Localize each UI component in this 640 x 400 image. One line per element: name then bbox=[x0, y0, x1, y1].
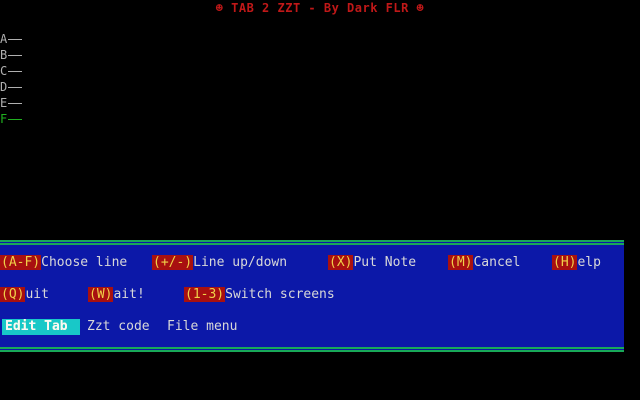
tab-line-rule bbox=[8, 103, 23, 104]
tab2zzt-screen: ☻ TAB 2 ZZT - By Dark FLR ☻ A B C D E F … bbox=[0, 0, 640, 400]
tab-line-rule bbox=[8, 119, 23, 120]
wait-command[interactable]: (W)ait! bbox=[88, 287, 145, 303]
cancel-command[interactable]: (M)Cancel bbox=[448, 255, 520, 271]
tab-line-letter: D bbox=[0, 80, 8, 94]
tab-line-letter: C bbox=[0, 64, 8, 78]
command-label: Switch screens bbox=[225, 287, 335, 302]
help-command[interactable]: (H)elp bbox=[552, 255, 601, 271]
tab-staff: A B C D E F bbox=[0, 31, 23, 127]
command-label: elp bbox=[577, 255, 601, 270]
menu-file-menu[interactable]: File menu bbox=[164, 319, 240, 335]
tab-line-letter: F bbox=[0, 112, 8, 126]
quit-command[interactable]: (Q)uit bbox=[0, 287, 49, 303]
command-label: Cancel bbox=[473, 255, 521, 270]
tab-line-c[interactable]: C bbox=[0, 63, 23, 79]
command-key: (Q) bbox=[0, 287, 26, 302]
tab-line-rule bbox=[8, 87, 23, 88]
tab-line-a[interactable]: A bbox=[0, 31, 23, 47]
command-key: (+/-) bbox=[152, 255, 194, 270]
app-title: ☻ TAB 2 ZZT - By Dark FLR ☻ bbox=[215, 1, 425, 15]
tab-line-rule bbox=[8, 71, 23, 72]
command-key: (A-F) bbox=[0, 255, 42, 270]
panel-top-border bbox=[0, 240, 624, 245]
command-label: Choose line bbox=[41, 255, 128, 270]
command-row-1: (A-F)Choose line (+/-)Line up/down (X)Pu… bbox=[0, 255, 601, 273]
put-note-command[interactable]: (X)Put Note bbox=[328, 255, 416, 271]
command-label: ait! bbox=[113, 287, 145, 302]
command-label: Put Note bbox=[353, 255, 417, 270]
tab-line-d[interactable]: D bbox=[0, 79, 23, 95]
tab-line-b[interactable]: B bbox=[0, 47, 23, 63]
menu-zzt-code[interactable]: Zzt code bbox=[84, 319, 153, 335]
command-key: (M) bbox=[448, 255, 474, 270]
tab-line-rule bbox=[8, 55, 23, 56]
tab-line-letter: B bbox=[0, 48, 8, 62]
tab-line-f[interactable]: F bbox=[0, 111, 23, 127]
command-key: (H) bbox=[552, 255, 578, 270]
command-key: (X) bbox=[328, 255, 354, 270]
command-row-2: (Q)uit (W)ait! (1-3)Switch screens bbox=[0, 287, 335, 305]
command-panel: (A-F)Choose line (+/-)Line up/down (X)Pu… bbox=[0, 240, 624, 352]
panel-bottom-border bbox=[0, 347, 624, 352]
command-label: uit bbox=[25, 287, 49, 302]
switch-screens-command[interactable]: (1-3)Switch screens bbox=[184, 287, 335, 303]
tab-line-rule bbox=[8, 39, 23, 40]
command-label: Line up/down bbox=[193, 255, 288, 270]
tab-line-letter: A bbox=[0, 32, 8, 46]
tab-line-e[interactable]: E bbox=[0, 95, 23, 111]
tab-line-letter: E bbox=[0, 96, 8, 110]
command-key: (W) bbox=[88, 287, 114, 302]
line-up-down-command[interactable]: (+/-)Line up/down bbox=[152, 255, 287, 271]
menu-edit-tab[interactable]: Edit Tab bbox=[2, 319, 80, 335]
command-key: (1-3) bbox=[184, 287, 226, 302]
menu-row: Edit Tab Zzt code File menu bbox=[0, 319, 237, 337]
choose-line-command[interactable]: (A-F)Choose line bbox=[0, 255, 127, 271]
